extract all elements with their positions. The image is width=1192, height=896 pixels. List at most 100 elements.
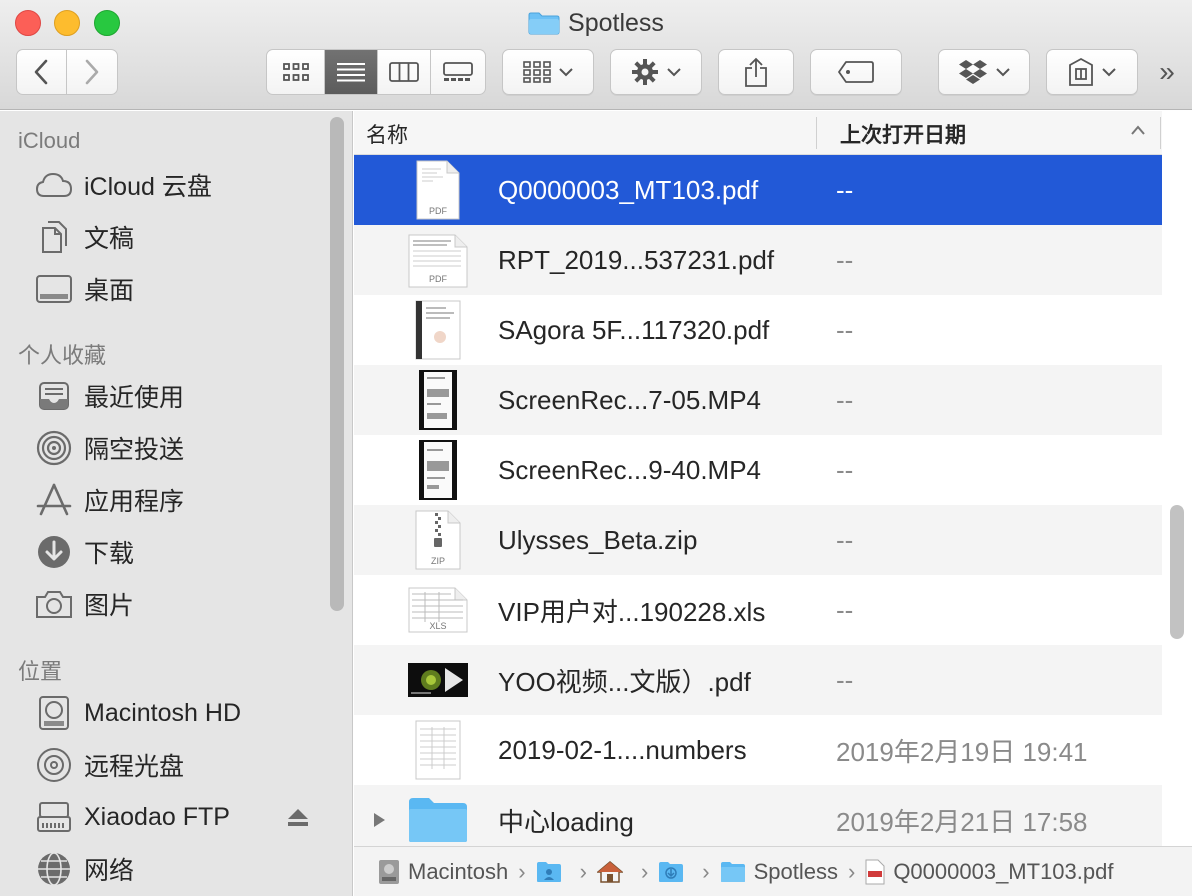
dropbox-button[interactable] xyxy=(938,49,1030,95)
group-grid-icon xyxy=(523,61,551,83)
file-name: ScreenRec...9-40.MP4 xyxy=(498,454,762,485)
list-view-button[interactable] xyxy=(325,50,378,94)
sidebar-item-label: 图片 xyxy=(84,592,135,620)
path-bar: Macintosh › › › › Spotless › Q0000003_MT… xyxy=(354,846,1192,896)
file-date: -- xyxy=(836,244,854,275)
file-row[interactable]: ScreenRec...7-05.MP4 -- xyxy=(354,365,1162,435)
file-date: -- xyxy=(836,594,854,625)
folder-row[interactable]: 中心loading 2019年2月21日 17:58 xyxy=(354,785,1162,855)
file-row[interactable]: ScreenRec...9-40.MP4 -- xyxy=(354,435,1162,505)
file-date: -- xyxy=(836,664,854,695)
sidebar-item-pictures[interactable]: 图片 xyxy=(34,584,314,624)
file-list: 名称 上次打开日期 PDF Q0000003_MT103.pdf -- PDF … xyxy=(354,111,1192,896)
file-row[interactable]: SAgora 5F...117320.pdf -- xyxy=(354,295,1162,365)
icon-view-button[interactable] xyxy=(267,50,325,94)
recents-icon xyxy=(34,378,74,414)
hard-drive-icon xyxy=(378,859,400,885)
eject-icon[interactable] xyxy=(286,807,310,829)
chevron-right-icon xyxy=(85,59,99,85)
folder-icon xyxy=(720,861,746,883)
file-row[interactable]: 2019-02-1....numbers 2019年2月19日 19:41 xyxy=(354,715,1162,785)
path-item-macintosh[interactable]: Macintosh xyxy=(378,859,508,885)
file-name: 中心loading xyxy=(498,806,634,837)
video-thumbnail-icon xyxy=(406,438,470,502)
folder-icon xyxy=(406,788,470,852)
file-icon-label: ZIP xyxy=(431,556,445,566)
camera-icon xyxy=(34,586,74,622)
path-separator: › xyxy=(702,858,710,884)
sidebar-item-label: 下载 xyxy=(84,540,135,568)
path-separator: › xyxy=(847,858,856,884)
forward-button[interactable] xyxy=(67,50,117,94)
file-name: ScreenRec...7-05.MP4 xyxy=(498,384,762,415)
file-icon-label: XLS xyxy=(429,621,446,631)
file-list-scrollbar[interactable] xyxy=(1170,505,1184,639)
file-date: 2019年2月21日 17:58 xyxy=(836,806,1088,837)
path-separator: › xyxy=(640,858,649,884)
disclosure-triangle-icon[interactable] xyxy=(370,811,388,829)
home-icon xyxy=(596,860,623,884)
sidebar-item-icloud-drive[interactable]: iCloud 云盘 xyxy=(34,165,314,205)
chevron-down-icon xyxy=(667,67,681,76)
column-name-header[interactable]: 名称 xyxy=(366,119,408,149)
action-menu-button[interactable] xyxy=(610,49,702,95)
chevron-down-icon xyxy=(559,67,573,76)
share-icon xyxy=(745,57,767,87)
sidebar-item-xiaodao-ftp[interactable]: Xiaodao FTP xyxy=(34,797,314,837)
sidebar-scrollbar[interactable] xyxy=(330,117,344,611)
sidebar-item-desktop[interactable]: 桌面 xyxy=(34,269,314,309)
sidebar-item-label: 远程光盘 xyxy=(84,753,185,781)
pdf-file-icon: PDF xyxy=(406,158,470,222)
column-divider[interactable] xyxy=(816,117,817,149)
sidebar-item-label: 文稿 xyxy=(84,225,135,253)
user-folder-icon xyxy=(536,861,562,883)
file-row[interactable]: PDF Q0000003_MT103.pdf -- xyxy=(354,155,1162,225)
path-item-current-file[interactable]: Q0000003_MT103.pdf xyxy=(865,859,1113,885)
column-date-header[interactable]: 上次打开日期 xyxy=(840,119,966,149)
sidebar: iCloud iCloud 云盘 文稿 桌面 个人收藏 最近使用 隔空投送 应用… xyxy=(0,111,353,896)
sidebar-item-network[interactable]: 网络 xyxy=(34,849,314,889)
path-item-users[interactable] xyxy=(536,861,570,883)
desktop-icon xyxy=(34,271,74,307)
pdf-file-icon xyxy=(865,859,885,885)
file-row[interactable]: YOO视频...文版）.pdf -- xyxy=(354,645,1162,715)
path-item-home[interactable] xyxy=(596,860,631,884)
file-row[interactable]: PDF RPT_2019...537231.pdf -- xyxy=(354,225,1162,295)
column-header: 名称 上次打开日期 xyxy=(354,111,1162,155)
sidebar-item-downloads[interactable]: 下载 xyxy=(34,532,314,572)
file-row[interactable]: XLS VIP用户对...190228.xls -- xyxy=(354,575,1162,645)
sidebar-item-label: 应用程序 xyxy=(84,488,185,516)
sidebar-item-applications[interactable]: 应用程序 xyxy=(34,480,314,520)
column-view-button[interactable] xyxy=(378,50,431,94)
columns-icon xyxy=(389,62,419,82)
gallery-view-button[interactable] xyxy=(431,50,485,94)
file-row[interactable]: ZIP Ulysses_Beta.zip -- xyxy=(354,505,1162,575)
window-toolbar: Spotless » xyxy=(0,0,1192,110)
toolbar-overflow-button[interactable]: » xyxy=(1152,56,1182,88)
sidebar-item-recents[interactable]: 最近使用 xyxy=(34,376,314,416)
path-item-label: Macintosh xyxy=(408,858,509,884)
share-button[interactable] xyxy=(718,49,794,95)
folder-icon xyxy=(528,10,560,44)
path-item-downloads[interactable] xyxy=(658,861,692,883)
group-by-button[interactable] xyxy=(502,49,594,95)
sidebar-item-label: Xiaodao FTP xyxy=(84,802,230,831)
back-button[interactable] xyxy=(17,50,67,94)
applications-icon xyxy=(34,482,74,518)
sidebar-item-documents[interactable]: 文稿 xyxy=(34,217,314,257)
sidebar-item-airdrop[interactable]: 隔空投送 xyxy=(34,428,314,468)
tags-button[interactable] xyxy=(810,49,902,95)
sidebar-item-remote-disc[interactable]: 远程光盘 xyxy=(34,745,314,785)
sidebar-item-macintosh-hd[interactable]: Macintosh HD xyxy=(34,693,314,733)
file-date: -- xyxy=(836,314,854,345)
chevron-down-icon xyxy=(1102,67,1116,76)
airdrop-icon xyxy=(34,430,74,466)
file-name: 2019-02-1....numbers xyxy=(498,734,747,765)
extension-button[interactable] xyxy=(1046,49,1138,95)
sidebar-item-label: 最近使用 xyxy=(84,384,185,412)
numbers-document-icon xyxy=(406,718,470,782)
file-icon-label: PDF xyxy=(429,206,448,216)
sort-ascending-icon[interactable] xyxy=(1130,125,1146,135)
file-name: VIP用户对...190228.xls xyxy=(498,596,766,627)
path-item-spotless[interactable]: Spotless xyxy=(720,859,838,885)
